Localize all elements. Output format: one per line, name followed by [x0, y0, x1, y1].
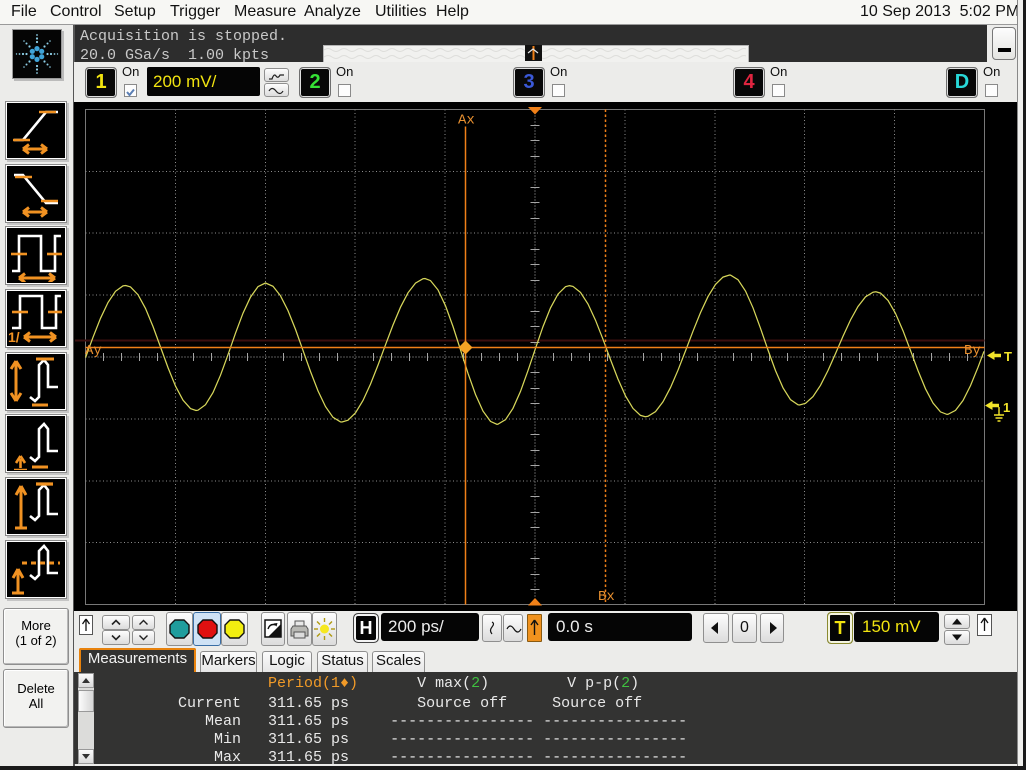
svg-text:1/: 1/: [8, 329, 20, 345]
svg-text:Ax: Ax: [458, 113, 475, 129]
svg-text:By: By: [964, 343, 981, 359]
svg-text:Bx: Bx: [598, 589, 615, 605]
svg-text:Ay: Ay: [85, 343, 102, 359]
svg-text:1: 1: [1003, 400, 1010, 415]
svg-text:T: T: [1004, 349, 1012, 364]
